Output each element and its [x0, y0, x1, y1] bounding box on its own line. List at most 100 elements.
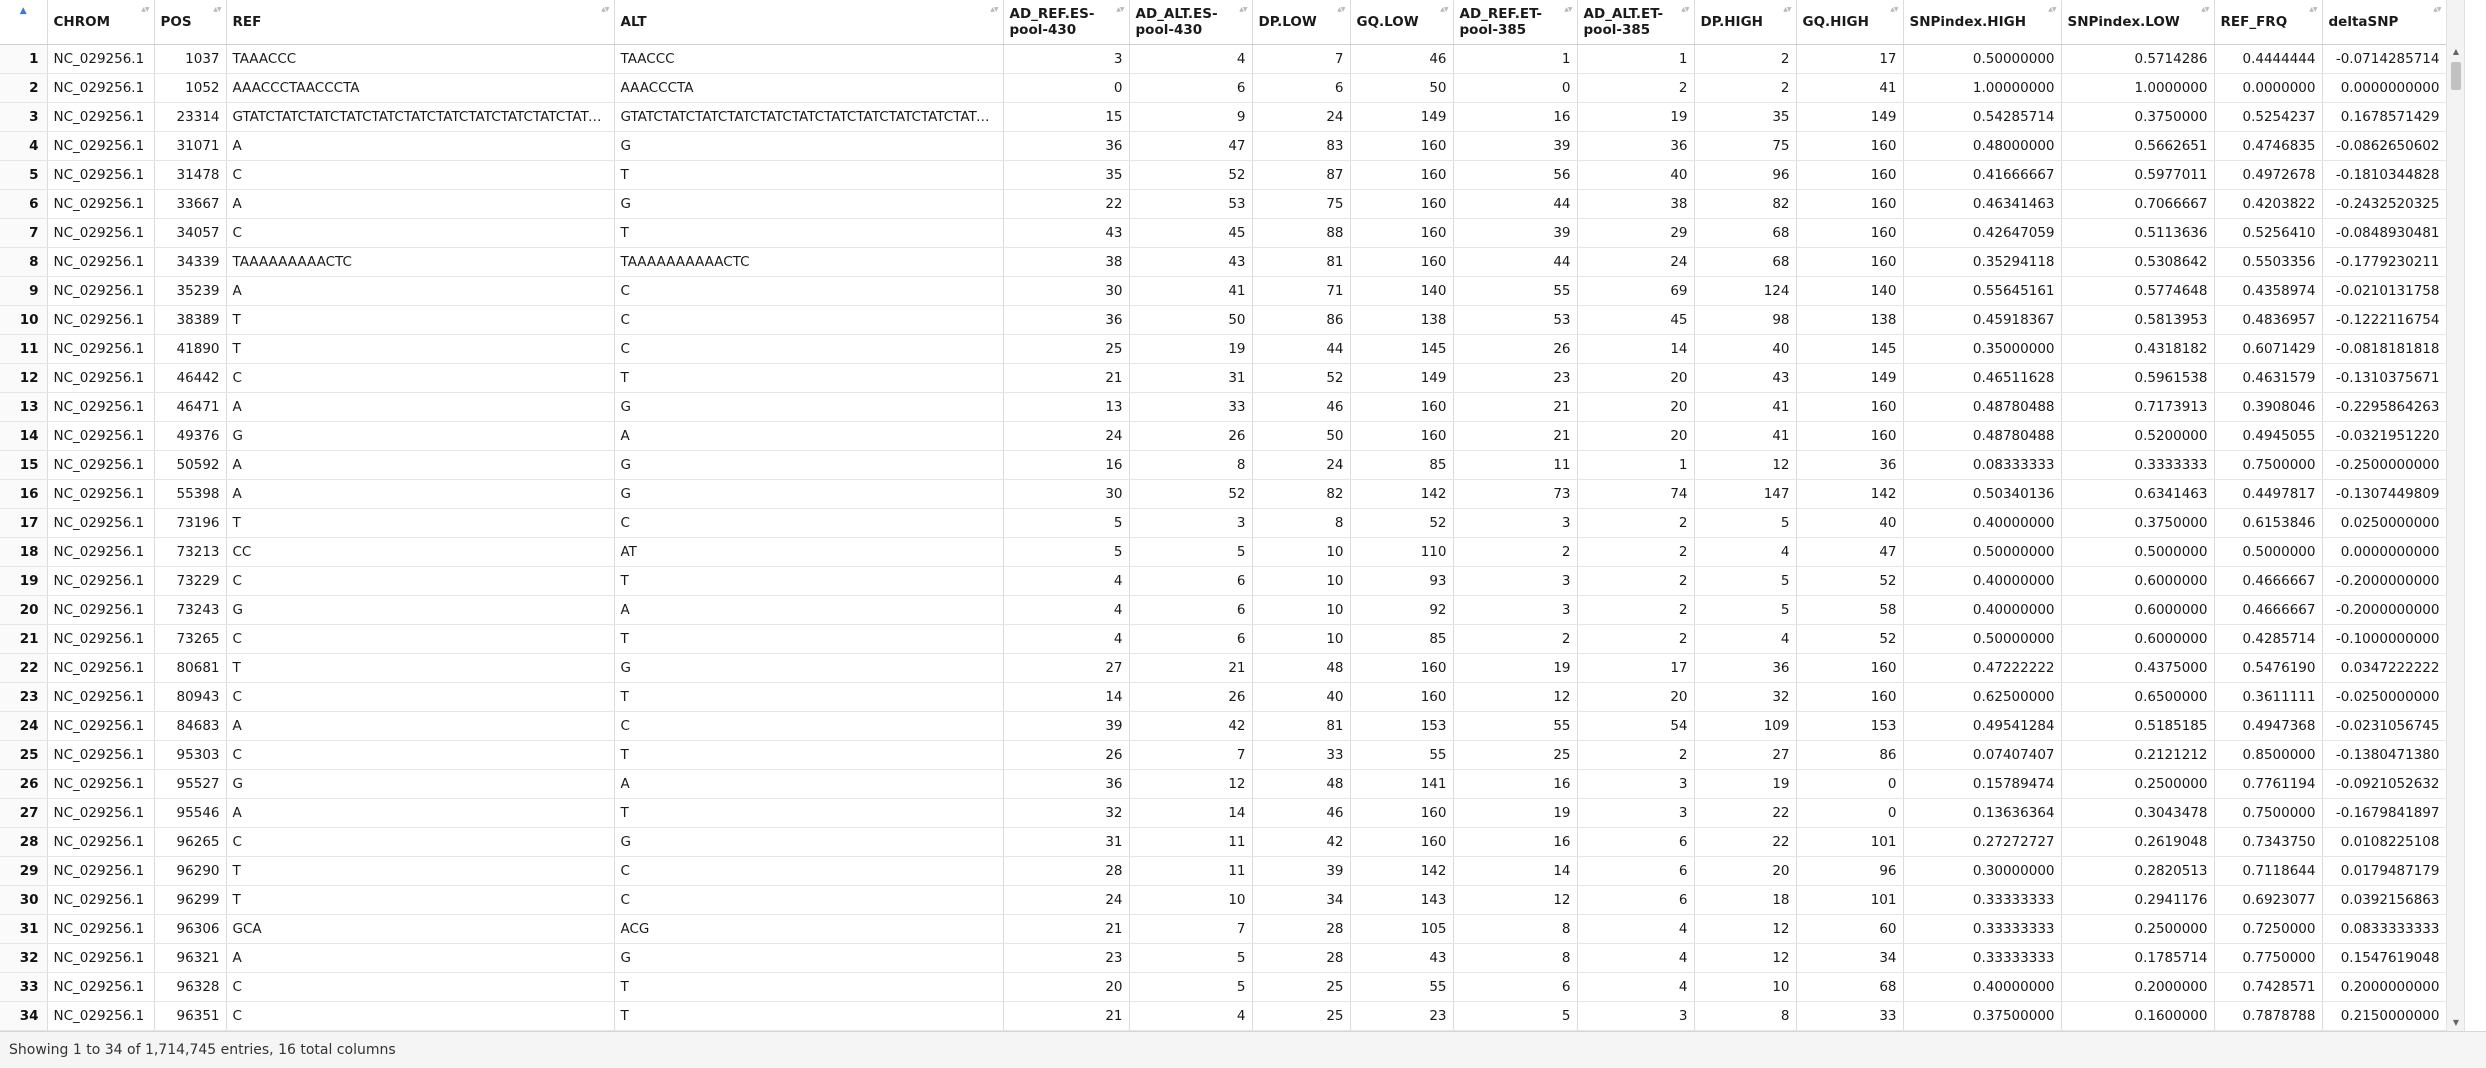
- table-cell[interactable]: 2: [1577, 624, 1695, 654]
- table-cell[interactable]: G: [614, 392, 1004, 422]
- table-cell[interactable]: 160: [1796, 131, 1904, 161]
- table-cell[interactable]: 69: [1577, 276, 1695, 306]
- row-number[interactable]: 5: [0, 160, 48, 190]
- table-cell[interactable]: A: [226, 131, 615, 161]
- table-cell[interactable]: 5: [1694, 566, 1797, 596]
- table-cell[interactable]: 3: [1129, 508, 1253, 538]
- table-cell[interactable]: 10: [1252, 595, 1351, 625]
- table-cell[interactable]: 0.27272727: [1903, 827, 2062, 857]
- table-cell[interactable]: 8: [1252, 508, 1351, 538]
- table-cell[interactable]: NC_029256.1: [47, 218, 155, 248]
- table-cell[interactable]: 0.7343750: [2214, 827, 2323, 857]
- table-cell[interactable]: 0.5185185: [2061, 711, 2215, 741]
- table-cell[interactable]: -0.0848930481: [2322, 218, 2446, 248]
- table-cell[interactable]: 4: [1577, 972, 1695, 1002]
- table-cell[interactable]: 0.48000000: [1903, 131, 2062, 161]
- table-cell[interactable]: 31071: [154, 131, 227, 161]
- table-cell[interactable]: 8: [1129, 450, 1253, 480]
- table-cell[interactable]: 55: [1350, 740, 1454, 770]
- table-cell[interactable]: 142: [1350, 479, 1454, 509]
- table-cell[interactable]: 11: [1453, 450, 1578, 480]
- table-cell[interactable]: 4: [1003, 595, 1130, 625]
- table-cell[interactable]: 2: [1577, 595, 1695, 625]
- table-cell[interactable]: 4: [1577, 943, 1695, 973]
- table-cell[interactable]: 15: [1003, 102, 1130, 132]
- table-cell[interactable]: 0.7500000: [2214, 450, 2323, 480]
- table-cell[interactable]: 20: [1577, 682, 1695, 712]
- table-cell[interactable]: 2: [1577, 740, 1695, 770]
- column-header-ad-alt-et-pool-385[interactable]: AD_ALT.ET-pool-385 ▲▼: [1577, 0, 1695, 45]
- table-cell[interactable]: 140: [1350, 276, 1454, 306]
- table-cell[interactable]: 34: [1796, 943, 1904, 973]
- table-cell[interactable]: TAAAAAAAAAACTC: [614, 247, 1004, 277]
- table-cell[interactable]: 0.7750000: [2214, 943, 2323, 973]
- table-cell[interactable]: 12: [1694, 943, 1797, 973]
- table-cell[interactable]: 96: [1694, 160, 1797, 190]
- table-cell[interactable]: 1052: [154, 73, 227, 103]
- table-cell[interactable]: G: [614, 450, 1004, 480]
- table-cell[interactable]: 73265: [154, 624, 227, 654]
- table-cell[interactable]: 0.1600000: [2061, 1001, 2215, 1031]
- table-cell[interactable]: 160: [1796, 160, 1904, 190]
- table-cell[interactable]: 41: [1694, 421, 1797, 451]
- table-cell[interactable]: NC_029256.1: [47, 769, 155, 799]
- table-row[interactable]: 23 NC_029256.1 80943 C T 14 26 40 160 12 20 32 160 0.…: [0, 682, 2446, 712]
- table-cell[interactable]: 41: [1129, 276, 1253, 306]
- table-cell[interactable]: NC_029256.1: [47, 682, 155, 712]
- table-cell[interactable]: NC_029256.1: [47, 1001, 155, 1031]
- table-cell[interactable]: 1: [1577, 450, 1695, 480]
- table-cell[interactable]: 3: [1003, 44, 1130, 74]
- table-cell[interactable]: 48: [1252, 653, 1351, 683]
- table-cell[interactable]: 39: [1453, 131, 1578, 161]
- row-number[interactable]: 24: [0, 711, 48, 741]
- table-cell[interactable]: 0.4375000: [2061, 653, 2215, 683]
- table-cell[interactable]: 8: [1694, 1001, 1797, 1031]
- table-cell[interactable]: 13: [1003, 392, 1130, 422]
- table-cell[interactable]: 25: [1252, 972, 1351, 1002]
- table-cell[interactable]: T: [226, 305, 615, 335]
- table-cell[interactable]: NC_029256.1: [47, 189, 155, 219]
- row-number[interactable]: 23: [0, 682, 48, 712]
- table-cell[interactable]: NC_029256.1: [47, 595, 155, 625]
- table-cell[interactable]: 6: [1129, 595, 1253, 625]
- table-cell[interactable]: 58: [1796, 595, 1904, 625]
- table-cell[interactable]: 0.7118644: [2214, 856, 2323, 886]
- column-header-gq-low[interactable]: GQ.LOW ▲▼: [1350, 0, 1454, 45]
- table-cell[interactable]: 0.33333333: [1903, 885, 2062, 915]
- table-cell[interactable]: 44: [1453, 247, 1578, 277]
- table-cell[interactable]: 0.0108225108: [2322, 827, 2446, 857]
- table-cell[interactable]: 35: [1003, 160, 1130, 190]
- table-cell[interactable]: A: [226, 711, 615, 741]
- table-cell[interactable]: 101: [1796, 885, 1904, 915]
- table-cell[interactable]: 36: [1577, 131, 1695, 161]
- table-cell[interactable]: A: [614, 595, 1004, 625]
- table-cell[interactable]: 28: [1252, 914, 1351, 944]
- table-cell[interactable]: 5: [1003, 537, 1130, 567]
- sort-icon[interactable]: ▲▼: [141, 6, 149, 13]
- table-cell[interactable]: 96290: [154, 856, 227, 886]
- table-cell[interactable]: 26: [1129, 421, 1253, 451]
- table-cell[interactable]: 14: [1577, 334, 1695, 364]
- table-cell[interactable]: 25: [1003, 334, 1130, 364]
- table-cell[interactable]: 83: [1252, 131, 1351, 161]
- table-cell[interactable]: T: [614, 218, 1004, 248]
- table-cell[interactable]: 2: [1453, 537, 1578, 567]
- row-number[interactable]: 6: [0, 189, 48, 219]
- table-cell[interactable]: 0.5000000: [2214, 537, 2323, 567]
- table-cell[interactable]: C: [226, 218, 615, 248]
- table-row[interactable]: 5 NC_029256.1 31478 C T 35 52 87 160 56 40 96 160 0.4…: [0, 160, 2446, 190]
- table-cell[interactable]: 10: [1252, 537, 1351, 567]
- table-cell[interactable]: 7: [1252, 44, 1351, 74]
- table-cell[interactable]: 4: [1577, 914, 1695, 944]
- table-cell[interactable]: 3: [1577, 1001, 1695, 1031]
- table-cell[interactable]: 160: [1796, 247, 1904, 277]
- table-cell[interactable]: 0.15789474: [1903, 769, 2062, 799]
- table-cell[interactable]: T: [614, 798, 1004, 828]
- table-cell[interactable]: 2: [1577, 73, 1695, 103]
- table-cell[interactable]: 80681: [154, 653, 227, 683]
- row-number[interactable]: 3: [0, 102, 48, 132]
- table-row[interactable]: 9 NC_029256.1 35239 A C 30 41 71 140 55 69 124 140 0.…: [0, 276, 2446, 306]
- table-row[interactable]: 17 NC_029256.1 73196 T C 5 3 8 52 3 2 5 40 0.40000000…: [0, 508, 2446, 538]
- column-header-alt[interactable]: ALT ▲▼: [614, 0, 1004, 45]
- table-cell[interactable]: 0.5113636: [2061, 218, 2215, 248]
